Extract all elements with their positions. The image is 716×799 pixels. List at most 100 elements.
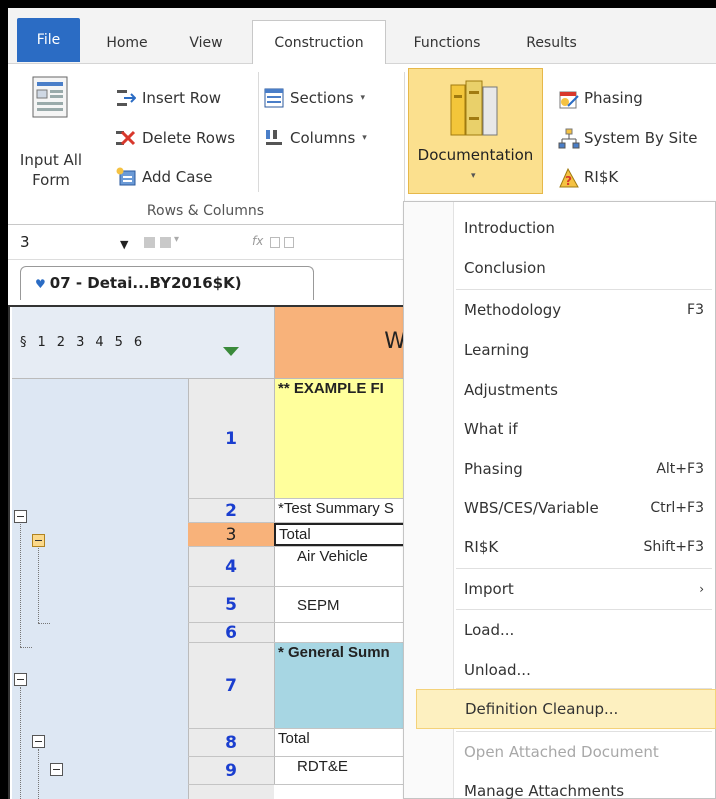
menu-item-risk[interactable]: RI$K Shift+F3	[454, 527, 716, 567]
row-cell[interactable]: * General Sumn	[274, 643, 410, 728]
tab-view[interactable]: View	[176, 21, 236, 64]
outline-level[interactable]: 2	[57, 335, 65, 350]
tab-home[interactable]: Home	[92, 21, 162, 64]
menu-item-learning[interactable]: Learning	[454, 330, 716, 370]
table-row[interactable]: 6	[188, 623, 410, 643]
tab-results[interactable]: Results	[514, 21, 589, 64]
menu-item-shortcut: Alt+F3	[656, 461, 704, 477]
heart-icon: ♥	[35, 277, 46, 291]
tree-line	[20, 524, 21, 647]
nav-prev-icon[interactable]	[144, 237, 155, 248]
chevron-down-icon[interactable]: ▼	[120, 238, 128, 251]
input-all-form-label: Input All Form	[19, 151, 83, 189]
menu-item-unload[interactable]: Unload...	[454, 650, 716, 690]
menu-item-label: Definition Cleanup...	[465, 700, 619, 718]
select-all-corner[interactable]	[188, 307, 274, 379]
table-row[interactable]: 3 Total	[188, 523, 410, 547]
add-case-label: Add Case	[142, 168, 213, 186]
menu-item-adjustments[interactable]: Adjustments	[454, 370, 716, 410]
delete-rows-label: Delete Rows	[142, 129, 236, 147]
menu-item-label: Import	[464, 580, 514, 598]
row-cell[interactable]: ** EXAMPLE FI	[274, 379, 410, 498]
menu-item-shortcut: Shift+F3	[643, 539, 704, 555]
menu-item-import[interactable]: Import ›	[454, 569, 716, 609]
menu-item-introduction[interactable]: Introduction	[454, 208, 716, 248]
system-by-site-button[interactable]: System By Site	[558, 128, 698, 149]
collapse-icon[interactable]	[32, 735, 45, 748]
menu-item-what-if[interactable]: What if	[454, 409, 716, 449]
formula-bar: 3 ▼ ▾ fx	[8, 226, 408, 260]
input-all-form-button[interactable]: Input All Form	[10, 68, 92, 198]
outline-level[interactable]: 3	[76, 335, 84, 350]
formula-tool-icon[interactable]	[270, 237, 280, 248]
tree-line	[38, 548, 39, 623]
nav-dropdown-icon[interactable]: ▾	[174, 234, 179, 245]
row-cell[interactable]: Air Vehicle	[274, 547, 410, 586]
menu-item-phasing[interactable]: Phasing Alt+F3	[454, 449, 716, 489]
tab-functions[interactable]: Functions	[397, 21, 497, 64]
outline-level[interactable]: 1	[38, 335, 46, 350]
table-row[interactable]: 1 ** EXAMPLE FI	[188, 379, 410, 499]
column-header[interactable]: W	[274, 307, 410, 379]
collapse-icon[interactable]	[14, 510, 27, 523]
table-row[interactable]: 9 RDT&E	[188, 757, 410, 785]
row-cell[interactable]: SEPM	[274, 587, 410, 622]
table-row[interactable]: 8 Total	[188, 729, 410, 757]
ribbon-tab-bar: File Home View Construction Functions Re…	[8, 8, 716, 64]
menu-item-label: RI$K	[464, 538, 499, 556]
risk-button[interactable]: ? RI$K	[558, 167, 618, 188]
documentation-button[interactable]: Documentation ▾	[408, 68, 543, 194]
phasing-button[interactable]: Phasing	[558, 88, 643, 109]
tree-line	[20, 647, 32, 648]
delete-rows-button[interactable]: Delete Rows	[116, 128, 235, 148]
row-cell[interactable]: *Test Summary S	[274, 499, 410, 522]
outline-level[interactable]: §	[20, 335, 27, 350]
row-cell[interactable]: RDT&E	[274, 757, 410, 784]
table-row[interactable]: 2 *Test Summary S	[188, 499, 410, 523]
collapse-icon[interactable]	[50, 763, 63, 776]
outline-level[interactable]: 6	[134, 335, 142, 350]
menu-item-label: Unload...	[464, 661, 531, 679]
nav-next-icon[interactable]	[160, 237, 171, 248]
sheet-tab[interactable]: ♥ 07 - Detai...BY2016$K)	[20, 266, 314, 300]
menu-item-load[interactable]: Load...	[454, 610, 716, 650]
outline-level[interactable]: 5	[115, 335, 123, 350]
system-by-site-label: System By Site	[584, 129, 698, 147]
menu-item-definition-cleanup[interactable]: Definition Cleanup...	[416, 689, 716, 729]
row-cell[interactable]: Total	[274, 523, 410, 546]
menu-item-methodology[interactable]: Methodology F3	[454, 290, 716, 330]
collapse-icon[interactable]	[32, 534, 45, 547]
documentation-label: Documentation	[417, 146, 534, 164]
add-case-button[interactable]: Add Case	[116, 167, 213, 187]
documentation-menu: Introduction Conclusion Methodology F3 Le…	[403, 201, 716, 799]
row-cell[interactable]	[274, 623, 410, 642]
table-row[interactable]: 5 SEPM	[188, 587, 410, 623]
sections-button[interactable]: Sections ▾	[264, 88, 365, 108]
row-number: 5	[225, 594, 237, 615]
menu-item-label: Conclusion	[464, 259, 546, 277]
columns-button[interactable]: Columns ▾	[264, 128, 367, 148]
menu-item-label: What if	[464, 420, 518, 438]
row-number: 7	[225, 675, 237, 696]
table-row[interactable]: 4 Air Vehicle	[188, 547, 410, 587]
insert-row-label: Insert Row	[142, 89, 221, 107]
formula-tool-icon[interactable]	[284, 237, 294, 248]
row-number: 3	[188, 523, 274, 546]
tree-line	[38, 749, 39, 799]
row-number: 6	[225, 622, 237, 643]
menu-item-manage-attachments[interactable]: Manage Attachments	[454, 771, 716, 799]
function-icon[interactable]: fx	[252, 234, 263, 248]
collapse-icon[interactable]	[14, 673, 27, 686]
tab-construction[interactable]: Construction	[252, 20, 386, 64]
menu-item-label: Phasing	[464, 460, 523, 478]
row-number: 4	[225, 556, 237, 577]
row-cell[interactable]: Total	[274, 729, 410, 756]
outline-level[interactable]: 4	[95, 335, 103, 350]
tab-file[interactable]: File	[17, 18, 80, 62]
insert-row-button[interactable]: Insert Row	[116, 88, 221, 108]
app-window: File Home View Construction Functions Re…	[8, 8, 716, 799]
columns-label: Columns	[290, 129, 356, 147]
menu-item-conclusion[interactable]: Conclusion	[454, 248, 716, 288]
menu-item-wbs-ces-variable[interactable]: WBS/CES/Variable Ctrl+F3	[454, 488, 716, 528]
table-row[interactable]: 7 * General Sumn	[188, 643, 410, 729]
